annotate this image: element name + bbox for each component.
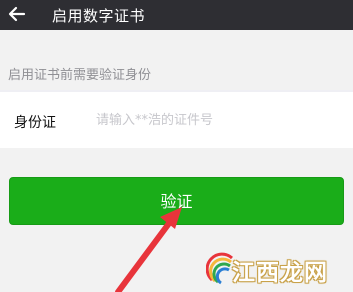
watermark-text: 江西龙网 — [232, 260, 328, 286]
id-number-input[interactable] — [96, 108, 336, 132]
page-title: 启用数字证书 — [52, 7, 146, 25]
top-bar: 启用数字证书 — [0, 0, 353, 30]
verify-hint-text: 启用证书前需要验证身份 — [8, 68, 152, 83]
id-number-row: 身份证 — [0, 92, 353, 148]
back-arrow-icon[interactable] — [6, 3, 28, 25]
verify-button[interactable]: 验证 — [9, 177, 344, 225]
id-card-label: 身份证 — [14, 115, 56, 131]
